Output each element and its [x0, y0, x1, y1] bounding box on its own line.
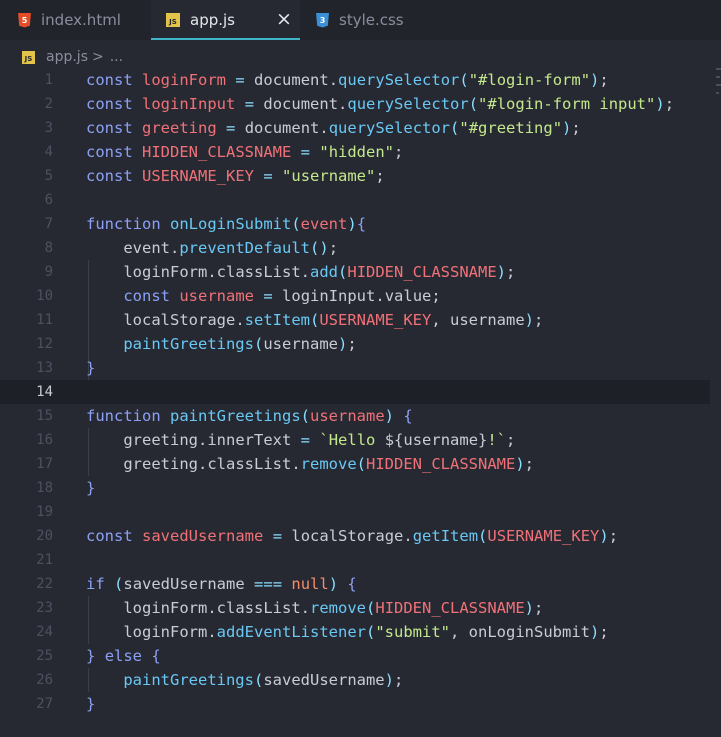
code-line[interactable]: 13}	[0, 356, 710, 380]
code-line[interactable]: 25 } else {	[0, 644, 710, 668]
line-number: 25	[36, 648, 53, 664]
html5-icon: 5	[18, 12, 31, 28]
js-icon: JS	[166, 13, 180, 27]
code-line[interactable]: 2 const loginInput = document.querySelect…	[0, 92, 710, 116]
line-number: 24	[36, 624, 53, 640]
line-number: 26	[36, 672, 53, 688]
code-text: const loginForm = document.querySelector…	[86, 71, 609, 89]
code-text: }	[86, 479, 96, 497]
code-line[interactable]: 15 function paintGreetings(username) {	[0, 404, 710, 428]
code-line[interactable]: 22 if (savedUsername === null) {	[0, 572, 710, 596]
code-text: const savedUsername = localStorage.getIt…	[86, 527, 619, 545]
code-text: const HIDDEN_CLASSNAME = "hidden";	[86, 143, 404, 161]
code-line[interactable]: 24 loginForm.addEventListener("submit", …	[0, 620, 710, 644]
code-text: greeting.classList.remove(HIDDEN_CLASSNA…	[123, 455, 535, 473]
code-text: }	[86, 695, 96, 713]
line-number: 9	[44, 264, 53, 280]
code-text: paintGreetings(username);	[123, 335, 357, 353]
line-number: 27	[36, 696, 53, 712]
code-text: function onLoginSubmit(event){	[86, 215, 367, 233]
code-line[interactable]: 4 const HIDDEN_CLASSNAME = "hidden";	[0, 140, 710, 164]
code-editor[interactable]: 1 const loginForm = document.querySelecto…	[0, 68, 710, 737]
line-number: 8	[44, 240, 53, 256]
tab-label: index.html	[41, 11, 121, 29]
code-text: greeting.innerText = `Hello ${username}!…	[123, 431, 516, 449]
code-text: loginForm.classList.add(HIDDEN_CLASSNAME…	[123, 263, 516, 281]
line-number: 22	[36, 576, 53, 592]
line-number: 12	[36, 336, 53, 352]
code-line[interactable]: 26 paintGreetings(savedUsername);	[0, 668, 710, 692]
close-icon[interactable]: ×	[274, 8, 294, 30]
code-line[interactable]: 7 function onLoginSubmit(event){	[0, 212, 710, 236]
code-line[interactable]: 27}	[0, 692, 710, 716]
code-line[interactable]: 1 const loginForm = document.querySelecto…	[0, 68, 710, 92]
code-line[interactable]: 8 event.preventDefault();	[0, 236, 710, 260]
code-text: function paintGreetings(username) {	[86, 407, 413, 425]
code-line[interactable]: 20 const savedUsername = localStorage.get…	[0, 524, 710, 548]
line-number: 2	[44, 96, 53, 112]
line-number: 17	[36, 456, 53, 472]
line-number: 20	[36, 528, 53, 544]
code-line[interactable]: 16 greeting.innerText = `Hello ${usernam…	[0, 428, 710, 452]
code-line[interactable]: 11 localStorage.setItem(USERNAME_KEY, us…	[0, 308, 710, 332]
tab-bar: 5 index.html JS app.js × 3 style.css	[0, 0, 721, 40]
tab-index-html[interactable]: 5 index.html	[18, 0, 148, 40]
code-line[interactable]: 17 greeting.classList.remove(HIDDEN_CLAS…	[0, 452, 710, 476]
code-line[interactable]: 10 const username = loginInput.value;	[0, 284, 710, 308]
active-tab-indicator	[151, 38, 300, 40]
minimap[interactable]	[716, 68, 721, 108]
js-icon: JS	[22, 50, 35, 64]
code-text: const loginInput = document.querySelecto…	[86, 95, 675, 113]
line-number: 19	[36, 504, 53, 520]
css3-icon: 3	[316, 12, 329, 28]
code-line[interactable]: 12 paintGreetings(username);	[0, 332, 710, 356]
tab-label: style.css	[339, 11, 404, 29]
line-number: 23	[36, 600, 53, 616]
line-number: 10	[36, 288, 53, 304]
line-number: 4	[44, 144, 53, 160]
code-line[interactable]: 5 const USERNAME_KEY = "username";	[0, 164, 710, 188]
breadcrumb-file[interactable]: app.js	[46, 49, 88, 65]
code-text: const greeting = document.querySelector(…	[86, 119, 581, 137]
line-number: 3	[44, 120, 53, 136]
code-line[interactable]: 23 loginForm.classList.remove(HIDDEN_CLA…	[0, 596, 710, 620]
line-number: 14	[36, 384, 53, 400]
code-text: const username = loginInput.value;	[123, 287, 441, 305]
line-number: 6	[44, 192, 53, 208]
line-number: 15	[36, 408, 53, 424]
code-text: paintGreetings(savedUsername);	[123, 671, 404, 689]
code-line[interactable]: 6	[0, 188, 710, 212]
line-number: 1	[44, 72, 53, 88]
line-number: 13	[36, 360, 53, 376]
code-line[interactable]: 18}	[0, 476, 710, 500]
code-text: event.preventDefault();	[123, 239, 339, 257]
line-number: 7	[44, 216, 53, 232]
code-text: const USERNAME_KEY = "username";	[86, 167, 385, 185]
code-text: if (savedUsername === null) {	[86, 575, 357, 593]
line-number: 18	[36, 480, 53, 496]
breadcrumb-separator: >	[92, 49, 104, 65]
code-line[interactable]: 21	[0, 548, 710, 572]
tab-label: app.js	[190, 11, 235, 29]
tab-style-css[interactable]: 3 style.css	[316, 0, 426, 40]
code-text: }	[86, 359, 96, 377]
breadcrumb-more[interactable]: ...	[110, 49, 123, 65]
code-line[interactable]: 19	[0, 500, 710, 524]
code-text: loginForm.classList.remove(HIDDEN_CLASSN…	[123, 599, 544, 617]
code-line[interactable]: 14	[0, 380, 710, 404]
code-text: } else {	[86, 647, 161, 665]
code-line[interactable]: 9 loginForm.classList.add(HIDDEN_CLASSNA…	[0, 260, 710, 284]
code-text: localStorage.setItem(USERNAME_KEY, usern…	[123, 311, 544, 329]
breadcrumb: JS app.js > ...	[22, 46, 123, 68]
code-line[interactable]: 3 const greeting = document.querySelector…	[0, 116, 710, 140]
line-number: 16	[36, 432, 53, 448]
code-text: loginForm.addEventListener("submit", onL…	[123, 623, 609, 641]
line-number: 21	[36, 552, 53, 568]
line-number: 5	[44, 168, 53, 184]
line-number: 11	[36, 312, 53, 328]
